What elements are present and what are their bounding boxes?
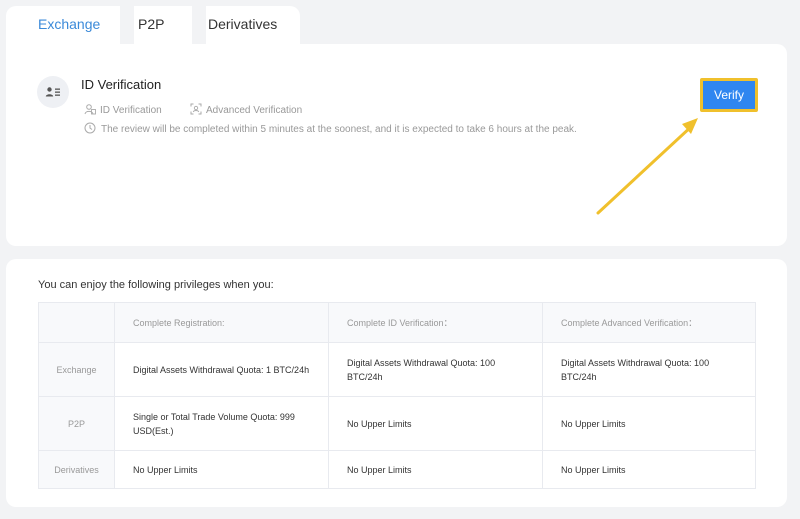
pointer-arrow bbox=[596, 118, 698, 215]
row-header: Derivatives bbox=[38, 450, 115, 489]
id-verification-label: ID Verification bbox=[100, 105, 162, 116]
table-cell: No Upper Limits bbox=[328, 450, 543, 489]
table-cell: Digital Assets Withdrawal Quota: 100 BTC… bbox=[328, 342, 543, 397]
privileges-heading: You can enjoy the following privileges w… bbox=[38, 279, 274, 291]
advanced-verification-level: Advanced Verification bbox=[190, 103, 302, 118]
table-row: P2P Single or Total Trade Volume Quota: … bbox=[38, 396, 756, 451]
row-header: Exchange bbox=[38, 342, 115, 397]
column-header: Complete Registration: bbox=[114, 302, 329, 343]
verify-button[interactable]: Verify bbox=[703, 81, 755, 109]
verification-title: ID Verification bbox=[81, 77, 162, 92]
user-badge-icon bbox=[84, 103, 96, 118]
id-verification-level: ID Verification bbox=[84, 103, 162, 118]
verify-highlight: Verify bbox=[700, 78, 758, 112]
table-row: Derivatives No Upper Limits No Upper Lim… bbox=[38, 450, 756, 489]
privileges-card: You can enjoy the following privileges w… bbox=[6, 259, 787, 507]
table-cell: Digital Assets Withdrawal Quota: 100 BTC… bbox=[542, 342, 756, 397]
tab-divider bbox=[192, 6, 206, 44]
table-header-row: Complete Registration: Complete ID Verif… bbox=[38, 302, 756, 343]
clock-icon bbox=[84, 122, 96, 137]
id-card-icon bbox=[37, 76, 69, 108]
review-time-note: The review will be completed within 5 mi… bbox=[84, 122, 577, 137]
tab-p2p[interactable]: P2P bbox=[138, 16, 164, 32]
table-cell: No Upper Limits bbox=[114, 450, 329, 489]
table-cell: Single or Total Trade Volume Quota: 999 … bbox=[114, 396, 329, 451]
table-cell: No Upper Limits bbox=[542, 396, 756, 451]
privileges-table: Complete Registration: Complete ID Verif… bbox=[38, 302, 756, 489]
tab-exchange[interactable]: Exchange bbox=[38, 16, 100, 32]
table-cell: No Upper Limits bbox=[328, 396, 543, 451]
tab-derivatives[interactable]: Derivatives bbox=[208, 16, 277, 32]
advanced-verification-label: Advanced Verification bbox=[206, 105, 303, 116]
review-time-text: The review will be completed within 5 mi… bbox=[101, 124, 577, 135]
column-header: Complete Advanced Verification： bbox=[542, 302, 756, 343]
face-scan-icon bbox=[190, 103, 202, 118]
table-cell: No Upper Limits bbox=[542, 450, 756, 489]
row-header: P2P bbox=[38, 396, 115, 451]
table-corner-cell bbox=[38, 302, 115, 343]
product-tabs: Exchange P2P Derivatives bbox=[6, 6, 300, 44]
table-cell: Digital Assets Withdrawal Quota: 1 BTC/2… bbox=[114, 342, 329, 397]
table-row: Exchange Digital Assets Withdrawal Quota… bbox=[38, 342, 756, 397]
column-header: Complete ID Verification： bbox=[328, 302, 543, 343]
tab-divider bbox=[120, 6, 134, 44]
